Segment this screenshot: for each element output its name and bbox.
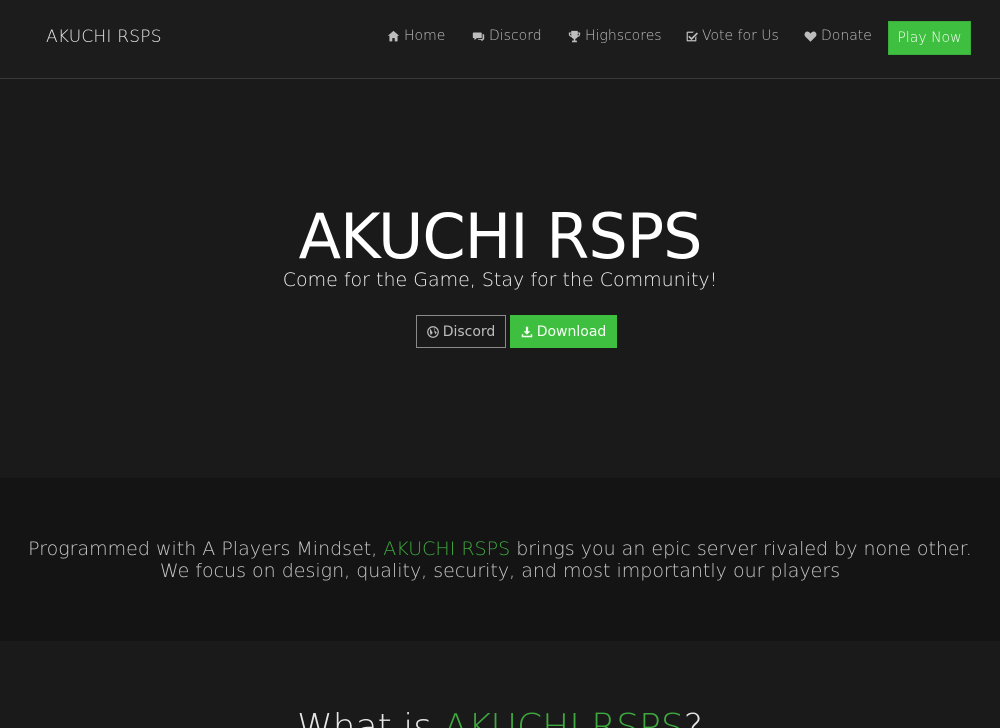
what-suffix: ? [683, 707, 703, 728]
what-accent: AKUCHI RSPS [443, 707, 684, 728]
download-button-label: Download [536, 323, 607, 340]
nav-item-highscores[interactable]: Highscores [568, 28, 662, 44]
heart-icon [804, 31, 817, 42]
play-now-button[interactable]: Play Now [888, 21, 971, 55]
hero-section: AKUCHI RSPS Come for the Game, Stay for … [0, 80, 1000, 478]
comments-icon [472, 31, 485, 41]
discord-button-label: Discord [442, 323, 496, 340]
check-square-icon [686, 31, 698, 41]
nav-item-vote[interactable]: Vote for Us [685, 28, 779, 44]
nav-item-home[interactable]: Home [387, 28, 445, 44]
download-icon [521, 326, 532, 337]
brand-logo[interactable]: AKUCHI RSPS [46, 27, 162, 47]
intro-accent: AKUCHI RSPS [383, 538, 511, 560]
hero-title: AKUCHI RSPS [298, 200, 703, 273]
intro-prefix: Programmed with A Players Mindset, [28, 538, 378, 560]
intro-band: Programmed with A Players Mindset, AKUCH… [0, 478, 1000, 641]
trophy-icon [568, 30, 581, 42]
what-title: What is AKUCHI RSPS? [0, 707, 1000, 728]
download-button[interactable]: Download [510, 315, 617, 348]
hero-subtitle: Come for the Game, Stay for the Communit… [282, 269, 718, 291]
globe-icon [426, 325, 439, 338]
intro-text: Programmed with A Players Mindset, AKUCH… [0, 538, 1000, 582]
nav-item-label: Donate [821, 28, 872, 44]
nav-item-label: Home [404, 28, 446, 44]
nav-item-label: Discord [489, 28, 542, 44]
intro-line-2: We focus on design, quality, security, a… [159, 560, 841, 582]
navbar: AKUCHI RSPS Home Discord Highscores Vote… [0, 0, 1000, 79]
what-prefix: What is [297, 707, 432, 728]
nav-item-label: Highscores [585, 28, 662, 44]
what-section: What is AKUCHI RSPS? [0, 641, 1000, 728]
intro-suffix: brings you an epic server rivaled by non… [516, 538, 972, 560]
nav-item-donate[interactable]: Donate [804, 28, 872, 44]
intro-line-1: Programmed with A Players Mindset, AKUCH… [0, 538, 1000, 560]
home-icon [387, 30, 400, 41]
discord-button[interactable]: Discord [416, 315, 506, 348]
nav-item-label: Vote for Us [702, 28, 779, 44]
nav-item-discord[interactable]: Discord [472, 28, 542, 44]
